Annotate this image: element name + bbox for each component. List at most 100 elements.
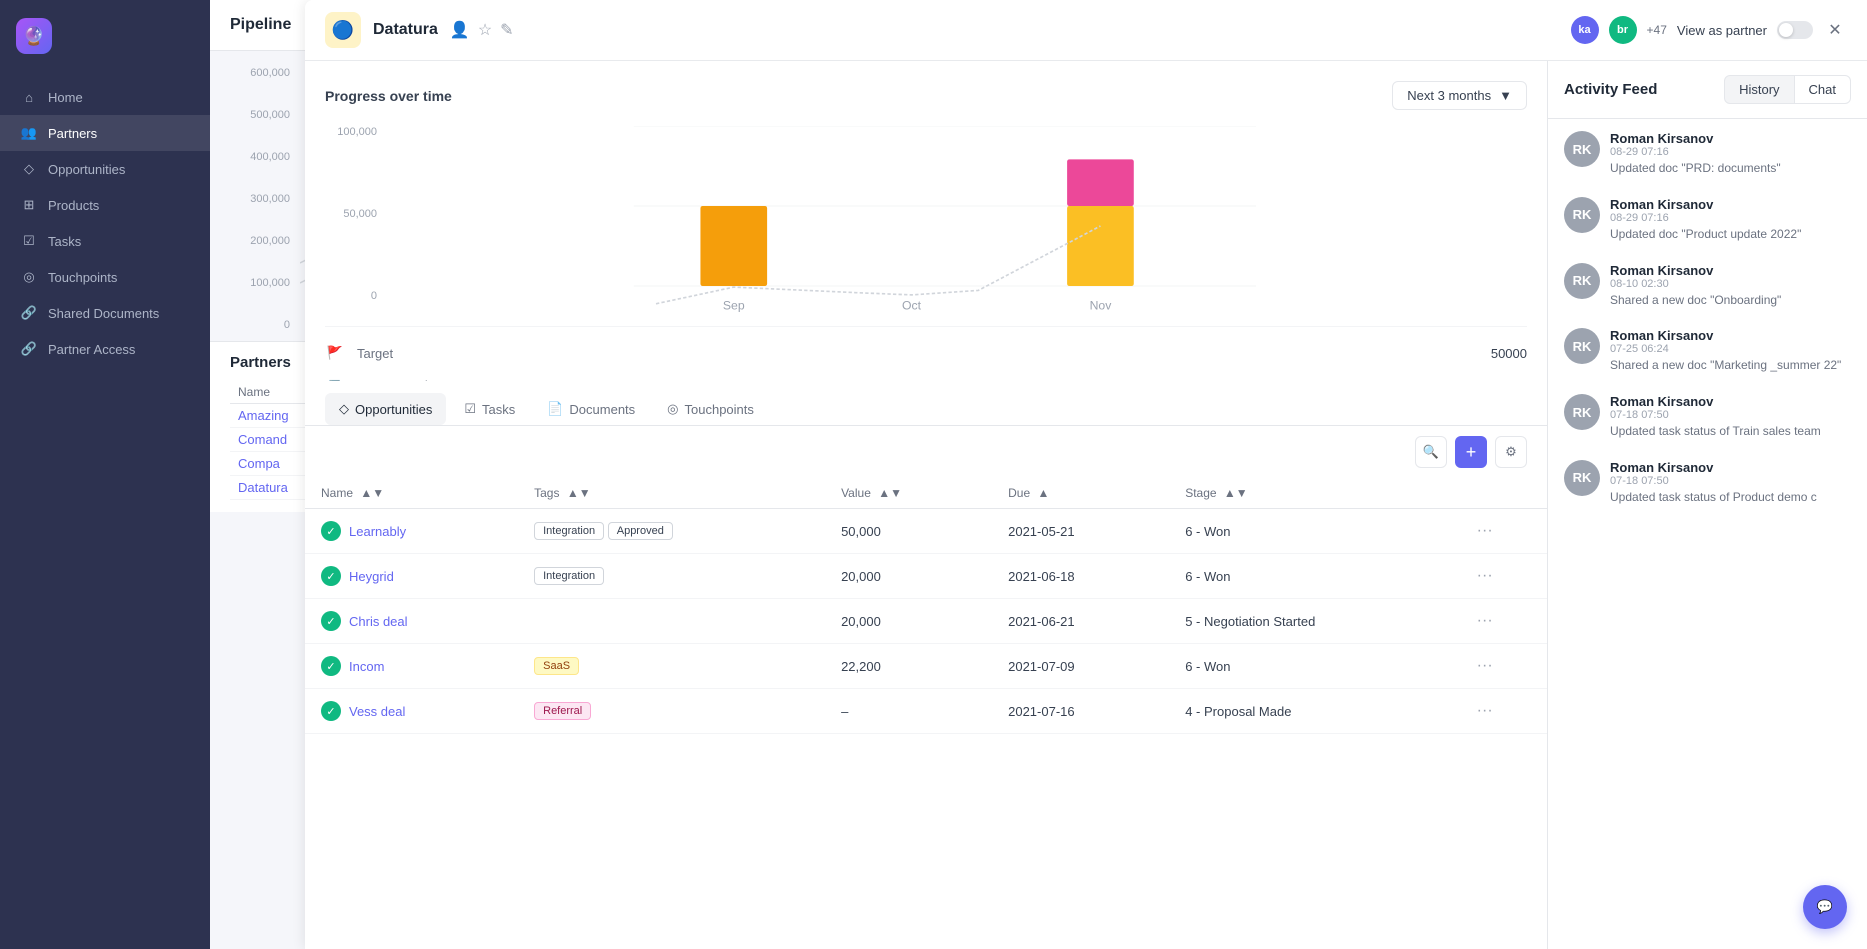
tab-tasks[interactable]: ☑ Tasks	[450, 393, 529, 425]
activity-text: Shared a new doc "Marketing _summer 22"	[1610, 357, 1851, 374]
tag-referral: Referral	[534, 702, 591, 720]
sidebar-item-partners[interactable]: 👥 Partners	[0, 115, 210, 151]
activity-feed: Activity Feed History Chat RK Roman Kirs…	[1547, 61, 1867, 949]
col-tags[interactable]: Tags ▲▼	[518, 478, 825, 509]
sidebar-item-products[interactable]: ⊞ Products	[0, 187, 210, 223]
close-button[interactable]: ✕	[1823, 18, 1847, 42]
touchpoints-icon: ◎	[20, 269, 38, 285]
col-name[interactable]: Name ▲▼	[305, 478, 518, 509]
time-filter-button[interactable]: Next 3 months ▼	[1392, 81, 1527, 110]
shared-docs-icon: 🔗	[20, 305, 38, 321]
tab-documents[interactable]: 📄 Documents	[533, 393, 649, 425]
company-icon: 🔵	[325, 12, 361, 48]
cell-value: –	[825, 689, 992, 734]
cell-stage: 5 - Negotiation Started	[1169, 599, 1460, 644]
activity-feed-title: Activity Feed	[1564, 81, 1657, 98]
activity-time: 08-29 07:16	[1610, 212, 1851, 224]
top-bar-right: ka br +47 View as partner ✕	[1571, 16, 1847, 44]
home-icon: ⌂	[20, 90, 38, 105]
tab-history[interactable]: History	[1724, 75, 1794, 104]
avatar-ka: ka	[1571, 16, 1599, 44]
top-bar-left: 🔵 Datatura 👤 ☆ ✎	[325, 12, 514, 48]
partner-count: +47	[1647, 23, 1667, 37]
activity-item: RK Roman Kirsanov 07-18 07:50 Updated ta…	[1564, 394, 1851, 440]
chat-fab-button[interactable]: 💬	[1803, 885, 1847, 929]
chart-title: Progress over time	[325, 88, 452, 104]
opportunity-name[interactable]: Chris deal	[349, 614, 408, 629]
add-button[interactable]: +	[1455, 436, 1487, 468]
sidebar-item-tasks[interactable]: ☑ Tasks	[0, 223, 210, 259]
tab-opportunities[interactable]: ◇ Opportunities	[325, 393, 446, 425]
opportunity-name[interactable]: Incom	[349, 659, 384, 674]
view-as-partner-button[interactable]: View as partner	[1677, 23, 1767, 38]
cell-value: 20,000	[825, 599, 992, 644]
activity-content: Roman Kirsanov 08-10 02:30 Shared a new …	[1610, 263, 1851, 309]
target-icon: 🚩	[325, 343, 345, 363]
avatar: RK	[1564, 131, 1600, 167]
chart-legend: 🚩 Target 50000 💻 Partner Login 2022-09-1…	[325, 326, 1527, 381]
more-options-button[interactable]: ···	[1477, 657, 1493, 674]
more-options-button[interactable]: ···	[1477, 702, 1493, 719]
sidebar: 🔮 ⌂ Home 👥 Partners ◇ Opportunities ⊞ Pr…	[0, 0, 210, 949]
opportunity-name[interactable]: Learnably	[349, 524, 406, 539]
tab-documents-label: Documents	[569, 402, 635, 417]
opportunities-tab-icon: ◇	[339, 401, 349, 417]
company-name: Datatura	[373, 21, 438, 39]
toggle-switch[interactable]	[1777, 21, 1813, 39]
sidebar-item-touchpoints[interactable]: ◎ Touchpoints	[0, 259, 210, 295]
activity-time: 07-18 07:50	[1610, 475, 1851, 487]
activity-author: Roman Kirsanov	[1610, 197, 1851, 212]
col-due[interactable]: Due ▲	[992, 478, 1169, 509]
avatar: RK	[1564, 328, 1600, 364]
bar-chart: Sep Oct Nov	[385, 126, 1527, 326]
col-stage[interactable]: Stage ▲▼	[1169, 478, 1460, 509]
more-options-button[interactable]: ···	[1477, 612, 1493, 629]
sidebar-item-label: Shared Documents	[48, 306, 159, 321]
check-icon: ✓	[321, 611, 341, 631]
sidebar-item-partner-access[interactable]: 🔗 Partner Access	[0, 331, 210, 367]
svg-text:Nov: Nov	[1090, 298, 1113, 312]
chevron-down-icon: ▼	[1499, 88, 1512, 103]
tab-touchpoints[interactable]: ◎ Touchpoints	[653, 393, 768, 425]
sidebar-item-shared-documents[interactable]: 🔗 Shared Documents	[0, 295, 210, 331]
tabs-row: ◇ Opportunities ☑ Tasks 📄 Documents ◎	[325, 393, 1527, 425]
cell-stage: 6 - Won	[1169, 554, 1460, 599]
top-bar-actions: 👤 ☆ ✎	[450, 20, 514, 40]
activity-author: Roman Kirsanov	[1610, 328, 1851, 343]
cell-tags	[518, 599, 825, 644]
cell-value: 50,000	[825, 509, 992, 554]
search-button[interactable]: 🔍	[1415, 436, 1447, 468]
activity-item: RK Roman Kirsanov 08-10 02:30 Shared a n…	[1564, 263, 1851, 309]
chart-section: Progress over time Next 3 months ▼ 100,0…	[305, 61, 1547, 381]
activity-text: Updated task status of Train sales team	[1610, 423, 1851, 440]
cell-stage: 4 - Proposal Made	[1169, 689, 1460, 734]
sidebar-item-opportunities[interactable]: ◇ Opportunities	[0, 151, 210, 187]
opportunity-name[interactable]: Vess deal	[349, 704, 405, 719]
table-row: ✓ Vess deal Referral – 2021-07-16 4 - Pr…	[305, 689, 1547, 734]
filter-button[interactable]: ⚙	[1495, 436, 1527, 468]
more-options-button[interactable]: ···	[1477, 522, 1493, 539]
opportunity-name[interactable]: Heygrid	[349, 569, 394, 584]
legend-target-value: 50000	[1491, 346, 1527, 361]
table-row: ✓ Chris deal 20,000 2021-06-21 5 - Negot…	[305, 599, 1547, 644]
tab-chat[interactable]: Chat	[1795, 75, 1851, 104]
sidebar-item-label: Partner Access	[48, 342, 135, 357]
activity-content: Roman Kirsanov 07-25 06:24 Shared a new …	[1610, 328, 1851, 374]
check-icon: ✓	[321, 566, 341, 586]
edit-icon[interactable]: ✎	[500, 20, 513, 40]
cell-name: ✓ Heygrid	[305, 554, 518, 599]
touchpoints-tab-icon: ◎	[667, 401, 678, 417]
tag-integration: Integration	[534, 567, 604, 585]
cell-actions: ···	[1461, 554, 1547, 599]
star-icon[interactable]: ☆	[478, 20, 492, 40]
sidebar-item-home[interactable]: ⌂ Home	[0, 80, 210, 115]
tag-approved: Approved	[608, 522, 673, 540]
person-icon[interactable]: 👤	[450, 20, 470, 40]
table-toolbar: 🔍 + ⚙	[305, 426, 1547, 478]
tasks-tab-icon: ☑	[464, 401, 476, 417]
col-value[interactable]: Value ▲▼	[825, 478, 992, 509]
activity-list: RK Roman Kirsanov 08-29 07:16 Updated do…	[1548, 119, 1867, 949]
activity-content: Roman Kirsanov 07-18 07:50 Updated task …	[1610, 394, 1851, 440]
legend-target: 🚩 Target 50000	[325, 343, 1527, 363]
more-options-button[interactable]: ···	[1477, 567, 1493, 584]
